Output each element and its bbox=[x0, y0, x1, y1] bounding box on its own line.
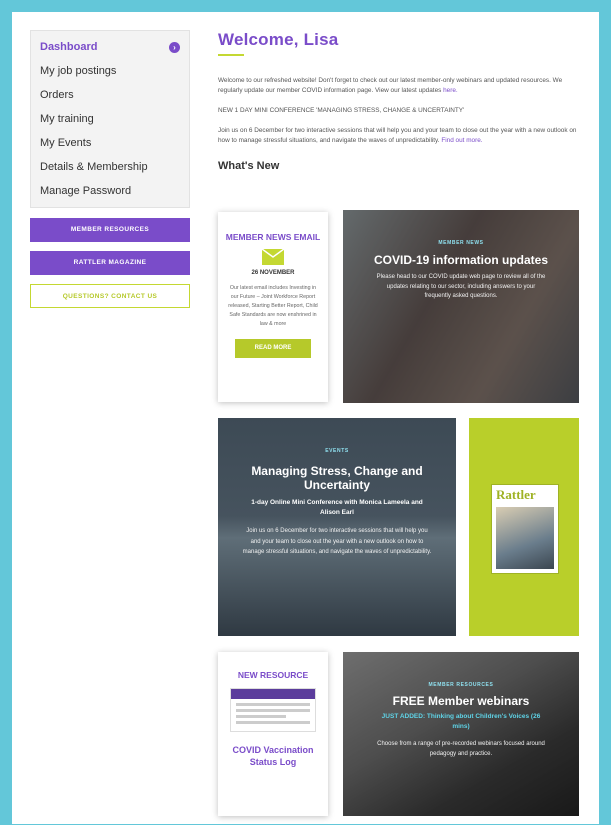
card-title: Managing Stress, Change and Uncertainty bbox=[251, 464, 423, 492]
magazine-photo bbox=[496, 507, 554, 569]
conference-heading: NEW 1 DAY MINI CONFERENCE 'MANAGING STRE… bbox=[218, 107, 465, 114]
card-text: Join us on 6 December for two interactiv… bbox=[242, 528, 432, 555]
card-title: NEW RESOURCE bbox=[237, 670, 309, 680]
card-highlight: JUST ADDED: Thinking about Children's Vo… bbox=[381, 713, 541, 730]
conference-link[interactable]: Find out more. bbox=[441, 137, 482, 144]
menu-item-label: Manage Password bbox=[40, 185, 132, 197]
menu-item-training[interactable]: My training bbox=[31, 107, 189, 131]
menu-item-orders[interactable]: Orders bbox=[31, 83, 189, 107]
envelope-icon bbox=[262, 249, 284, 265]
covid-card[interactable]: MEMBER NEWS COVID-19 information updates… bbox=[343, 210, 579, 403]
card-tag: EVENTS bbox=[325, 448, 349, 454]
stress-event-card[interactable]: EVENTS Managing Stress, Change and Uncer… bbox=[218, 418, 456, 636]
member-resources-button[interactable]: MEMBER RESOURCES bbox=[30, 218, 190, 242]
document-thumbnail bbox=[230, 688, 316, 732]
intro-paragraph: Welcome to our refreshed website! Don't … bbox=[218, 76, 586, 96]
card-tag: MEMBER RESOURCES bbox=[428, 682, 494, 688]
conference-text: Join us on 6 December for two interactiv… bbox=[218, 127, 577, 144]
whats-new-heading: What's New bbox=[218, 160, 280, 172]
contact-button[interactable]: QUESTIONS? CONTACT US bbox=[30, 284, 190, 308]
menu-item-membership[interactable]: Details & Membership bbox=[31, 155, 189, 179]
menu-item-password[interactable]: Manage Password bbox=[31, 179, 189, 203]
menu-item-label: Dashboard bbox=[40, 41, 98, 53]
rattler-card[interactable]: Rattler bbox=[469, 418, 579, 636]
intro-text: Welcome to our refreshed website! Don't … bbox=[218, 77, 563, 94]
menu-item-label: My Events bbox=[40, 137, 92, 149]
menu-item-events[interactable]: My Events bbox=[31, 131, 189, 155]
card-text: Our latest email includes Investing in o… bbox=[228, 285, 318, 327]
card-subtitle: 1-day Online Mini Conference with Monica… bbox=[251, 499, 423, 516]
chevron-right-icon: › bbox=[169, 41, 180, 53]
magazine-logo: Rattler bbox=[496, 487, 536, 502]
card-title: FREE Member webinars bbox=[392, 694, 530, 708]
card-date: 26 NOVEMBER bbox=[251, 270, 295, 276]
page: Dashboard › My job postings Orders My tr… bbox=[12, 12, 599, 824]
card-title: COVID-19 information updates bbox=[373, 253, 549, 267]
card-title: MEMBER NEWS EMAIL bbox=[225, 232, 321, 242]
title-underline bbox=[218, 54, 244, 56]
main-content: Welcome, Lisa Welcome to our refreshed w… bbox=[218, 30, 586, 172]
resource-name: COVID Vaccination Status Log bbox=[232, 745, 314, 767]
rattler-magazine-button[interactable]: RATTLER MAGAZINE bbox=[30, 251, 190, 275]
news-email-card[interactable]: MEMBER NEWS EMAIL 26 NOVEMBER Our latest… bbox=[218, 212, 328, 402]
account-menu: Dashboard › My job postings Orders My tr… bbox=[30, 30, 190, 208]
read-more-button[interactable]: READ MORE bbox=[235, 339, 311, 358]
card-tag: MEMBER NEWS bbox=[438, 240, 484, 246]
menu-item-label: Details & Membership bbox=[40, 161, 148, 173]
menu-item-label: Orders bbox=[40, 89, 74, 101]
new-resource-card[interactable]: NEW RESOURCE COVID Vaccination Status Lo… bbox=[218, 652, 328, 816]
page-title: Welcome, Lisa bbox=[218, 30, 339, 49]
conference-paragraph: Join us on 6 December for two interactiv… bbox=[218, 126, 586, 146]
menu-item-label: My training bbox=[40, 113, 94, 125]
menu-item-dashboard[interactable]: Dashboard › bbox=[31, 35, 189, 59]
card-text: Please head to our COVID update web page… bbox=[376, 274, 546, 299]
magazine-cover: Rattler bbox=[491, 484, 559, 574]
menu-item-label: My job postings bbox=[40, 65, 117, 77]
menu-item-job-postings[interactable]: My job postings bbox=[31, 59, 189, 83]
card-text: Choose from a range of pre-recorded webi… bbox=[377, 741, 545, 757]
webinars-card[interactable]: MEMBER RESOURCES FREE Member webinars JU… bbox=[343, 652, 579, 816]
intro-link[interactable]: here. bbox=[443, 87, 458, 94]
